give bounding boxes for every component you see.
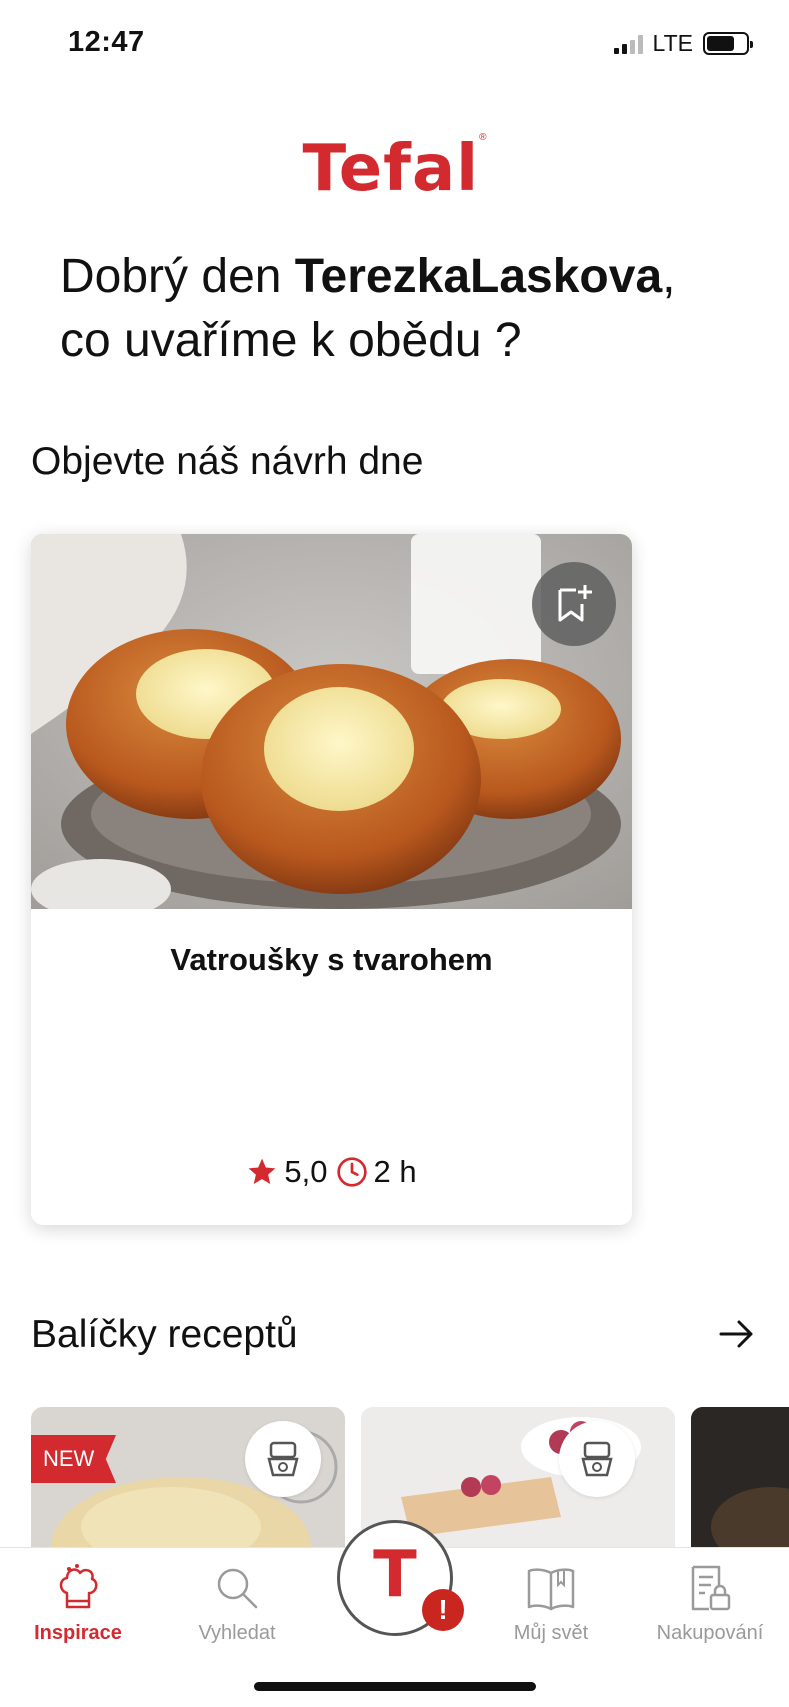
recipe-time: 2 h xyxy=(336,1154,417,1190)
pack-photo xyxy=(691,1407,789,1547)
network-label: LTE xyxy=(652,30,693,56)
star-icon xyxy=(249,1158,276,1184)
book-icon xyxy=(527,1568,575,1611)
tab-label: Vyhledat xyxy=(198,1622,276,1644)
bookmark-add-icon xyxy=(558,585,592,622)
tab-label: Inspirace xyxy=(34,1622,122,1644)
daily-recipe-card[interactable]: Vatroušky s tvarohem 5,0 2 h xyxy=(31,534,632,1225)
greeting: Dobrý den TerezkaLaskova, co uvaříme k o… xyxy=(60,245,760,373)
food-processor-icon xyxy=(581,1441,613,1477)
tab-inspirace[interactable]: Inspirace xyxy=(8,1562,148,1645)
status-time: 12:47 xyxy=(68,26,145,58)
time-value: 2 h xyxy=(373,1154,417,1189)
signal-icon xyxy=(613,34,643,54)
tab-vyhledat[interactable]: Vyhledat xyxy=(167,1562,307,1645)
tefal-logo: Tefal® xyxy=(302,132,487,206)
battery-icon xyxy=(703,32,753,55)
status-bar: 12:47 LTE xyxy=(0,0,789,88)
status-indicators: LTE xyxy=(613,30,753,57)
tab-label: Můj svět xyxy=(513,1622,589,1644)
tab-nakupovani[interactable]: Nakupování xyxy=(640,1562,780,1645)
tab-muj-svet[interactable]: Můj svět xyxy=(481,1562,621,1645)
bookmark-add-button[interactable] xyxy=(532,562,616,646)
rating-value: 5,0 xyxy=(284,1154,328,1189)
search-icon xyxy=(217,1568,258,1609)
daily-section-title: Objevte náš návrh dne xyxy=(31,440,424,483)
arrow-right-icon[interactable] xyxy=(717,1316,757,1352)
pack-card[interactable] xyxy=(691,1407,789,1547)
shopping-list-icon xyxy=(691,1565,731,1611)
pack-card[interactable]: NEW xyxy=(31,1407,345,1547)
recipe-title: Vatroušky s tvarohem xyxy=(170,942,493,977)
clock-icon xyxy=(336,1157,367,1187)
greeting-suffix: , xyxy=(662,250,676,303)
food-processor-icon xyxy=(267,1441,299,1477)
packs-section-title: Balíčky receptů xyxy=(31,1313,298,1356)
device-badge xyxy=(559,1421,635,1497)
alert-badge: ! xyxy=(422,1589,464,1631)
home-indicator[interactable] xyxy=(254,1682,536,1691)
greeting-line2: co uvaříme k obědu ? xyxy=(60,314,522,367)
recipe-meta: 5,0 2 h xyxy=(31,1154,632,1190)
center-logo: T xyxy=(373,1538,417,1612)
chef-hat-icon xyxy=(59,1564,98,1609)
logo-text: Tefal xyxy=(302,132,480,206)
greeting-username: TerezkaLaskova xyxy=(294,250,663,303)
greeting-prefix: Dobrý den xyxy=(60,250,295,303)
device-badge xyxy=(245,1421,321,1497)
tab-label: Nakupování xyxy=(656,1622,764,1644)
recipe-rating: 5,0 xyxy=(246,1154,328,1190)
tefal-center-button[interactable]: T ! xyxy=(337,1520,464,1636)
new-badge: NEW xyxy=(31,1435,116,1483)
